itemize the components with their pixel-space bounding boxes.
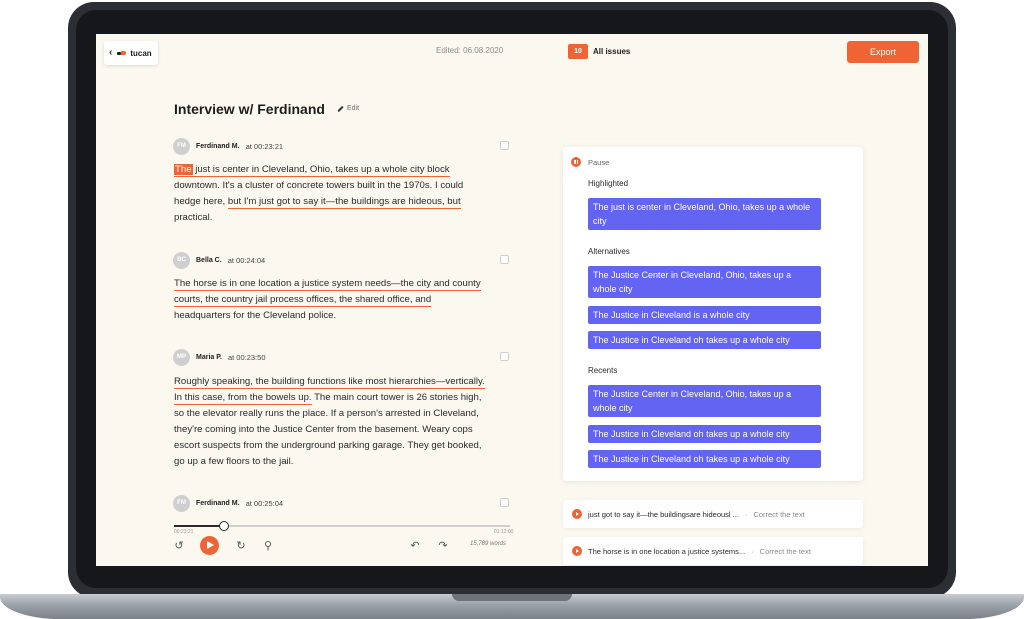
highlighted-chip[interactable]: The just is center in Cleveland, Ohio, t… xyxy=(588,198,821,230)
play-icon[interactable] xyxy=(572,546,582,556)
time-start: 00:23:21 xyxy=(174,529,194,535)
highlighted-heading: Highlighted xyxy=(588,179,629,188)
logo-text: tucan xyxy=(130,48,152,58)
avatar: BC xyxy=(173,252,190,269)
speaker-name: Bella C. xyxy=(196,257,222,264)
pencil-icon xyxy=(337,105,344,112)
recent-chip[interactable]: The Justice in Cleveland oh takes up a w… xyxy=(588,450,821,468)
speaker-name: Maria P. xyxy=(196,354,222,361)
speaker-timestamp[interactable]: at 00:23:21 xyxy=(246,142,284,151)
forward-icon[interactable]: ↻ xyxy=(234,539,248,553)
issues-count-badge[interactable]: 10 xyxy=(568,44,588,59)
export-button[interactable]: Export xyxy=(847,41,919,63)
alternative-chip[interactable]: The Justice Center in Cleveland, Ohio, t… xyxy=(588,266,821,298)
playback-scrubber-handle[interactable] xyxy=(219,521,230,531)
speaker-header: FM Ferdinand M. at 00:25:04 xyxy=(173,495,283,512)
speaker-timestamp[interactable]: at 00:25:04 xyxy=(246,499,284,508)
back-logo-button[interactable]: ‹ tucan xyxy=(104,41,158,65)
underlined-issue[interactable]: courts, the country jail process offices… xyxy=(174,294,432,307)
underlined-issue[interactable]: but I'm just got to say it—the buildings… xyxy=(227,196,461,209)
edit-label: Edit xyxy=(347,105,360,112)
recents-heading: Recents xyxy=(588,366,618,375)
entry-checkbox[interactable] xyxy=(500,141,509,150)
issue-separator: · xyxy=(751,546,754,556)
issue-row[interactable]: just got to say it—the buildingsare hide… xyxy=(563,500,863,528)
play-icon[interactable] xyxy=(200,536,219,555)
highlighted-word[interactable]: The xyxy=(174,164,193,175)
suggestion-panel: Pause Highlighted The just is center in … xyxy=(563,147,863,481)
time-end: 01:12:00 xyxy=(494,529,514,535)
alternative-chip[interactable]: The Justice in Cleveland is a whole city xyxy=(588,306,821,324)
speaker-header: FM Ferdinand M. at 00:23:21 xyxy=(173,138,283,155)
issue-row[interactable]: The horse is in one location a justice s… xyxy=(563,537,863,565)
all-issues-link[interactable]: All issues xyxy=(593,47,630,56)
rewind-icon[interactable]: ↺ xyxy=(172,539,186,553)
recent-chip[interactable]: The Justice in Cleveland oh takes up a w… xyxy=(588,425,821,443)
underlined-issue[interactable]: The horse is in one location a justice s… xyxy=(174,278,481,291)
document-title: Interview w/ Ferdinand xyxy=(174,101,325,117)
edited-date: Edited: 06.08.2020 xyxy=(436,46,504,55)
play-icon[interactable] xyxy=(572,509,582,519)
issue-text: just got to say it—the buildingsare hide… xyxy=(588,509,739,519)
speaker-name: Ferdinand M. xyxy=(196,500,240,507)
transcript-paragraph[interactable]: The just is center in Cleveland, Ohio, t… xyxy=(174,162,504,226)
entry-checkbox[interactable] xyxy=(500,352,509,361)
issue-separator: · xyxy=(744,509,748,519)
speaker-name: Ferdinand M. xyxy=(196,143,240,150)
pause-label[interactable]: Pause xyxy=(588,158,609,167)
word-count: 15,789 words xyxy=(470,541,507,547)
avatar: MP xyxy=(173,349,190,366)
laptop-notch xyxy=(452,594,572,601)
alternatives-heading: Alternatives xyxy=(588,247,630,256)
speaker-timestamp[interactable]: at 00:23:50 xyxy=(228,353,266,362)
redo-icon[interactable]: ↷ xyxy=(436,539,450,553)
speaker-header: MP Maria P. at 00:23:50 xyxy=(173,349,266,366)
speaker-timestamp[interactable]: at 00:24:04 xyxy=(228,256,266,265)
entry-checkbox[interactable] xyxy=(500,498,509,507)
app-screen: ‹ tucan Edited: 06.08.2020 10 All issues… xyxy=(96,34,928,566)
pause-icon[interactable] xyxy=(571,157,581,167)
underlined-issue[interactable]: Roughly speaking, the building functions… xyxy=(174,376,485,389)
edit-title-button[interactable]: Edit xyxy=(337,105,359,112)
underlined-issue[interactable]: In this case, from the bowels up. xyxy=(174,392,312,405)
tucan-logo-icon xyxy=(117,50,127,56)
avatar: FM xyxy=(173,138,190,155)
alternative-chip[interactable]: The Justice in Cleveland oh takes up a w… xyxy=(588,331,821,349)
speaker-header: BC Bella C. at 00:24:04 xyxy=(173,252,265,269)
search-icon[interactable]: ⚲ xyxy=(261,539,275,553)
recent-chip[interactable]: The Justice Center in Cleveland, Ohio, t… xyxy=(588,385,821,417)
playback-progress-fill xyxy=(174,525,225,527)
entry-checkbox[interactable] xyxy=(500,255,509,264)
issue-action[interactable]: Correct the text xyxy=(760,547,811,556)
issue-action[interactable]: Correct the text xyxy=(753,510,804,519)
undo-icon[interactable]: ↶ xyxy=(408,539,422,553)
issue-text: The horse is in one location a justice s… xyxy=(588,546,746,556)
transcript-paragraph[interactable]: Roughly speaking, the building functions… xyxy=(174,374,504,470)
chevron-left-icon: ‹ xyxy=(109,47,113,58)
transcript-paragraph[interactable]: The horse is in one location a justice s… xyxy=(174,276,504,324)
avatar: FM xyxy=(173,495,190,512)
